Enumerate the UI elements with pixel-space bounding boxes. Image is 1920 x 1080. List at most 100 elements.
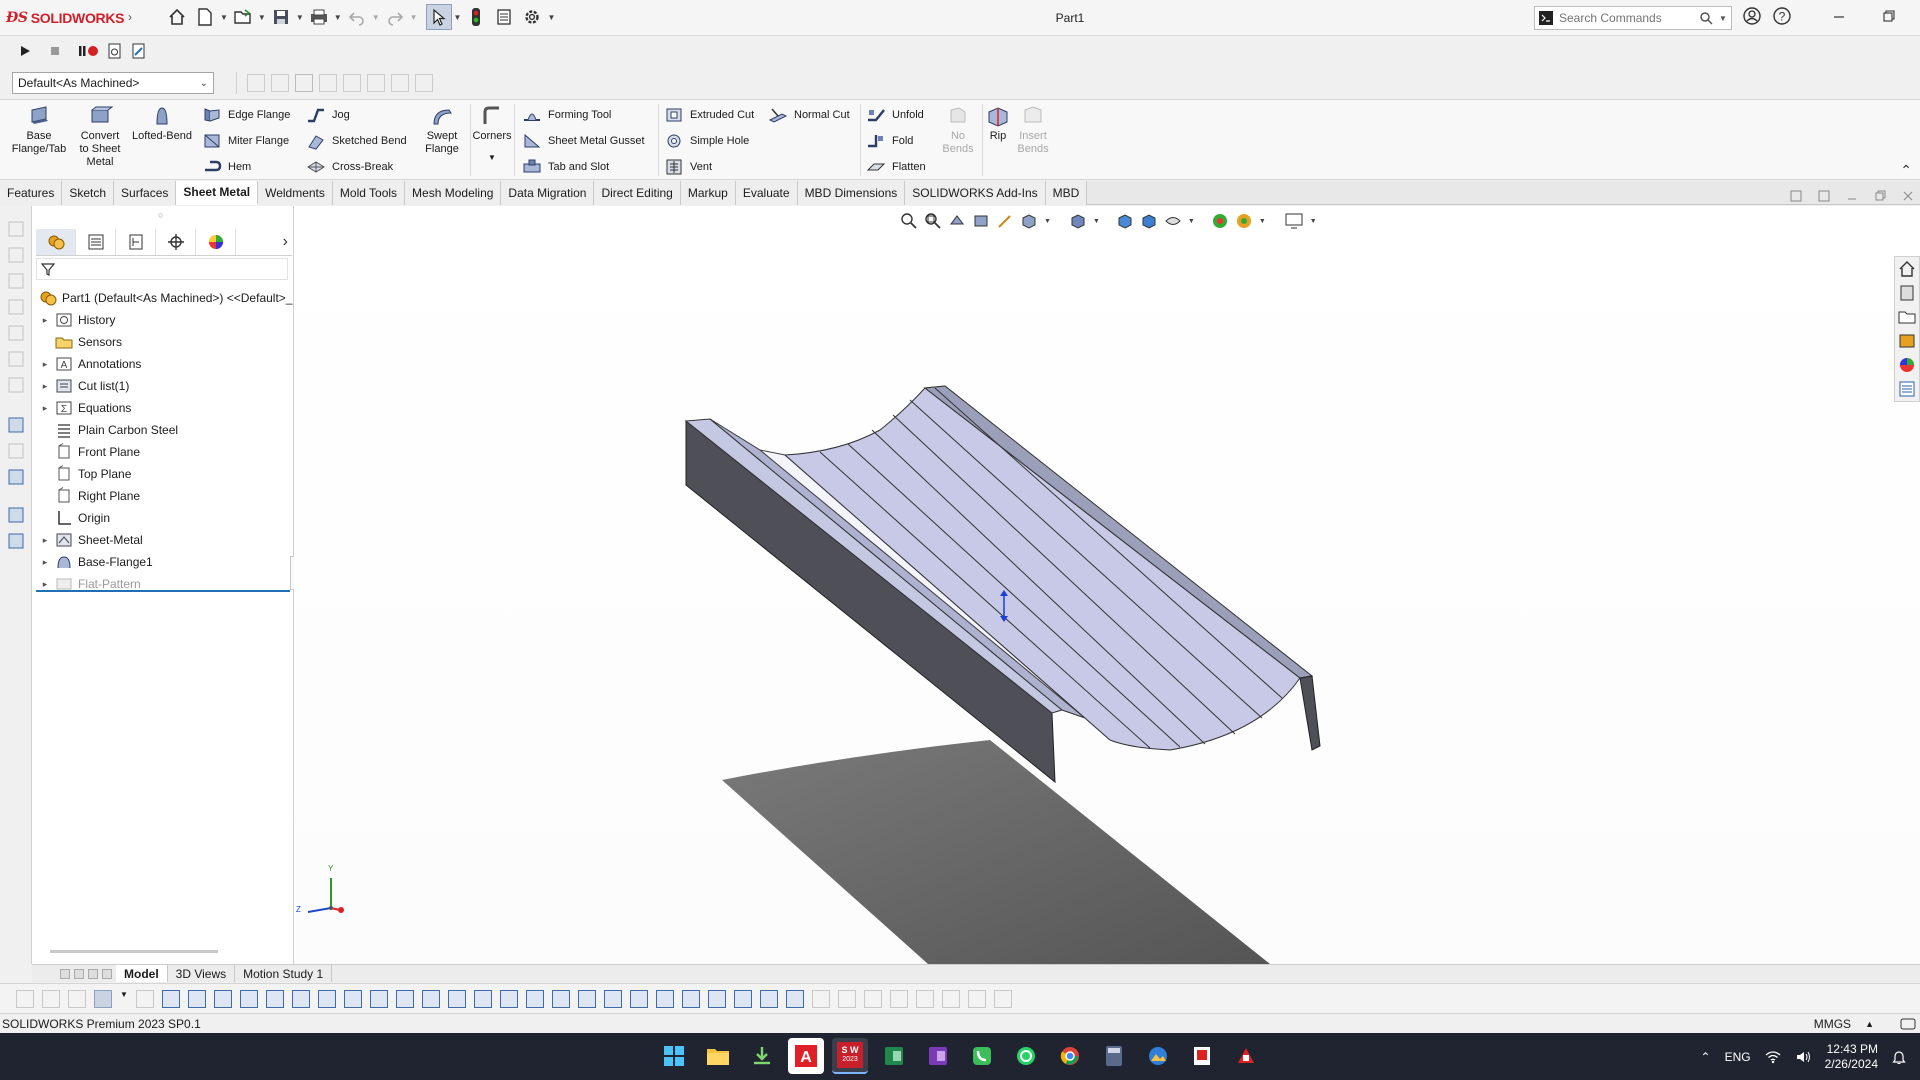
revolve-icon[interactable]: [7, 298, 25, 316]
insert-bends-button[interactable]: Insert Bends: [1016, 104, 1050, 156]
units-dropdown-icon[interactable]: ▲: [1865, 1019, 1874, 1029]
edge-filter-icon[interactable]: [266, 989, 284, 1008]
scroll-first-icon[interactable]: [60, 968, 70, 979]
jog-button[interactable]: Jog: [306, 104, 350, 126]
panel-grip-icon[interactable]: ○: [158, 210, 163, 220]
help-icon[interactable]: ?: [1772, 6, 1792, 26]
weld-filter-icon[interactable]: [448, 989, 466, 1008]
tree-item-cut-list-1[interactable]: ▸ Cut list(1): [38, 375, 130, 397]
datum-filter-icon[interactable]: [500, 989, 518, 1008]
search-commands-box[interactable]: ▼: [1534, 6, 1732, 30]
flatten-button[interactable]: Flatten: [866, 156, 926, 178]
custom-properties-icon[interactable]: [1897, 379, 1917, 399]
miter-flange-button[interactable]: Miter Flange: [202, 130, 289, 152]
whatsapp-app[interactable]: [1008, 1038, 1044, 1074]
download-app[interactable]: [744, 1038, 780, 1074]
clock[interactable]: 12:43 PM 2/26/2024: [1825, 1042, 1878, 1072]
volume-icon[interactable]: [1795, 1050, 1811, 1064]
convert-to-sheet-metal-button[interactable]: Convert to Sheet Metal: [72, 104, 128, 169]
start-button[interactable]: [656, 1038, 692, 1074]
cross-break-button[interactable]: Cross-Break: [306, 156, 393, 178]
centerline-filter-icon[interactable]: [604, 989, 622, 1008]
configuration-manager-tab[interactable]: [116, 228, 156, 255]
search-icon[interactable]: [1699, 11, 1713, 25]
tab-sketch[interactable]: Sketch: [62, 180, 115, 205]
note-icon[interactable]: [247, 74, 265, 92]
tree-item-sheet-metal[interactable]: ▸ Sheet-Metal: [38, 529, 143, 551]
apply-scene-icon[interactable]: [1164, 212, 1182, 230]
solidworks-resources-icon[interactable]: [1897, 259, 1917, 279]
file-explorer-icon[interactable]: [1897, 307, 1917, 327]
spline-filter-icon[interactable]: [708, 989, 726, 1008]
feature-manager-tab[interactable]: [36, 228, 76, 255]
sketch-filter-icon[interactable]: [344, 989, 362, 1008]
fold-button[interactable]: Fold: [866, 130, 913, 152]
copy-icon[interactable]: [7, 506, 25, 524]
vent-button[interactable]: Vent: [664, 156, 712, 178]
tab-mbd[interactable]: MBD: [1045, 180, 1088, 205]
block-filter-icon[interactable]: [682, 989, 700, 1008]
measure-icon[interactable]: [7, 416, 25, 434]
tab-data-migration[interactable]: Data Migration: [501, 180, 595, 205]
datum-feature-icon[interactable]: [367, 74, 385, 92]
phone-app[interactable]: [964, 1038, 1000, 1074]
dimension-filter-icon[interactable]: [370, 989, 388, 1008]
zoom-to-fit-icon[interactable]: [900, 212, 918, 230]
expand-arrow-icon[interactable]: ▸: [38, 557, 52, 568]
chrome-app[interactable]: [1052, 1038, 1088, 1074]
point-filter-icon[interactable]: [162, 989, 180, 1008]
tab-weldments[interactable]: Weldments: [258, 180, 333, 205]
curve-filter-icon[interactable]: [292, 989, 310, 1008]
user-account-icon[interactable]: [1742, 6, 1762, 26]
scroll-next-icon[interactable]: [88, 968, 98, 979]
expand-arrow-icon[interactable]: ▸: [38, 381, 52, 392]
photos-app[interactable]: [1140, 1038, 1176, 1074]
hide-show-items-icon[interactable]: [1116, 212, 1134, 230]
fillet-icon[interactable]: [7, 376, 25, 394]
tab-surfaces[interactable]: Surfaces: [114, 180, 177, 205]
tree-item-equations[interactable]: ▸ Σ Equations: [38, 397, 132, 419]
record-macro-icon[interactable]: [78, 44, 100, 58]
selection-filter-arrow-icon[interactable]: [94, 989, 112, 1008]
no-bends-button[interactable]: No Bends: [938, 104, 978, 156]
dropdown-chevron-icon[interactable]: ▼: [120, 990, 128, 1008]
clear-filters-icon[interactable]: [16, 989, 34, 1008]
note-filter-icon[interactable]: [422, 989, 440, 1008]
origin-filter-icon[interactable]: [994, 989, 1012, 1008]
design-library-icon[interactable]: [1897, 283, 1917, 303]
swept-flange-button[interactable]: Swept Flange: [418, 104, 466, 156]
configuration-select[interactable]: Default<As Machined> ⌄: [12, 72, 214, 94]
scroll-last-icon[interactable]: [102, 968, 112, 979]
sheet-metal-part-model[interactable]: [294, 206, 1920, 964]
realview-icon[interactable]: [1211, 212, 1229, 230]
property-manager-tab[interactable]: [76, 228, 116, 255]
view-settings-monitor-icon[interactable]: [1284, 212, 1304, 230]
tree-item-right-plane[interactable]: Right Plane: [38, 485, 140, 507]
surface-finish-icon[interactable]: [295, 74, 313, 92]
view-palette-icon[interactable]: [1897, 331, 1917, 351]
expand-arrow-icon[interactable]: ▸: [38, 579, 52, 590]
shadows-icon[interactable]: [1235, 212, 1253, 230]
tree-item-front-plane[interactable]: Front Plane: [38, 441, 140, 463]
dimxpert-manager-tab[interactable]: [156, 228, 196, 255]
anydesk-app[interactable]: [1228, 1038, 1264, 1074]
zoom-to-area-icon[interactable]: [924, 212, 942, 230]
corners-dropdown-icon[interactable]: ▼: [472, 151, 512, 164]
tab-mbd-dimensions[interactable]: MBD Dimensions: [797, 180, 906, 205]
feature-tree-filter[interactable]: [36, 258, 288, 280]
weld-symbol-icon[interactable]: [319, 74, 337, 92]
face-filter-icon[interactable]: [214, 989, 232, 1008]
filter-disabled-icon[interactable]: [136, 989, 154, 1008]
balloon-filter-icon[interactable]: [552, 989, 570, 1008]
sketched-bend-button[interactable]: Sketched Bend: [306, 130, 407, 152]
extrude-icon[interactable]: [7, 272, 25, 290]
smart-dimension-icon[interactable]: [7, 246, 25, 264]
sketch-icon[interactable]: [7, 220, 25, 238]
restore-icon[interactable]: [1882, 9, 1896, 23]
edit-macro-icon[interactable]: [130, 42, 148, 60]
midpoint-filter-icon[interactable]: [656, 989, 674, 1008]
connection-point-filter-icon[interactable]: [838, 989, 856, 1008]
doc-restore-icon[interactable]: [1874, 190, 1886, 202]
new-macro-icon[interactable]: [106, 42, 124, 60]
more-tabs-chevron-icon[interactable]: ›: [283, 233, 288, 251]
